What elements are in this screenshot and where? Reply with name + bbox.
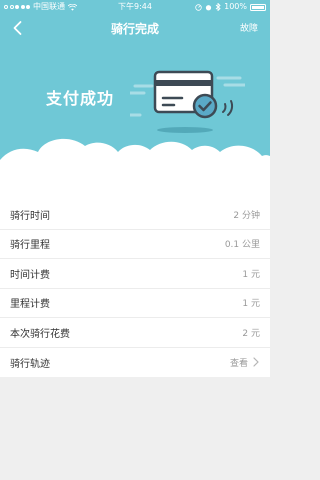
distance-fee-row: 里程计费 1 元: [0, 289, 270, 318]
nav-bar: 骑行完成 故障: [0, 14, 270, 42]
battery-percent: 100%: [224, 2, 247, 11]
location-icon: [195, 3, 202, 11]
check-circle-icon: [192, 93, 218, 119]
total-cost-label: 本次骑行花费: [10, 328, 70, 340]
page-title: 骑行完成: [110, 22, 159, 36]
ride-time-value: 2 分钟: [233, 210, 260, 221]
ride-track-row[interactable]: 骑行轨迹 查看: [0, 348, 270, 378]
time-fee-row: 时间计费 1 元: [0, 259, 270, 289]
time-fee-label: 时间计费: [10, 269, 50, 281]
fault-report-button[interactable]: 故障: [240, 21, 258, 34]
payment-success-text: 支付成功: [46, 89, 115, 108]
cloud-decoration: [0, 138, 270, 200]
chevron-right-icon: [253, 357, 259, 367]
ride-distance-label: 骑行里程: [10, 240, 50, 252]
total-cost-value: 2 元: [242, 328, 260, 339]
ride-time-row: 骑行时间 2 分钟: [0, 200, 270, 230]
ride-details-list: 骑行时间 2 分钟 骑行里程 0.1 公里 时间计费 1 元 里程计费 1 元 …: [0, 200, 270, 377]
battery-icon: [250, 3, 266, 11]
time-fee-value: 1 元: [242, 269, 260, 280]
view-track-link[interactable]: 查看: [230, 356, 248, 369]
distance-fee-label: 里程计费: [10, 299, 50, 311]
distance-fee-value: 1 元: [242, 299, 260, 310]
status-bar: 中国联通 下午9:44 100%: [0, 0, 270, 14]
ride-distance-value: 0.1 公里: [224, 240, 260, 251]
ride-distance-row: 骑行里程 0.1 公里: [0, 230, 270, 259]
ride-time-label: 骑行时间: [10, 210, 50, 222]
header-banner: 中国联通 下午9:44 100% 骑行完成 故障 支付成功: [0, 0, 270, 200]
total-cost-row: 本次骑行花费 2 元: [0, 318, 270, 348]
ride-track-label: 骑行轨迹: [10, 358, 50, 370]
bluetooth-icon: [215, 3, 221, 11]
alarm-icon: [206, 4, 212, 10]
